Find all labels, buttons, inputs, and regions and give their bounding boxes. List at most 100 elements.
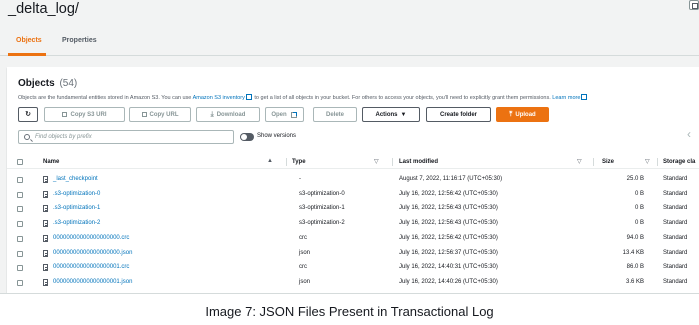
object-size: 13.4 KB [622, 249, 644, 256]
table-row[interactable]: 00000000000000000001.crc crc July 16, 2022… [7, 261, 699, 276]
table-row[interactable]: 00000000000000000001.json json July 16, 20… [7, 276, 699, 291]
row-checkbox[interactable] [17, 206, 23, 213]
copy-icon [141, 112, 147, 117]
tab-bar: Objects Properties [0, 28, 699, 56]
row-checkbox[interactable] [17, 221, 23, 228]
object-storage-class: Standard [663, 205, 688, 212]
column-storage-class[interactable]: Storage cla [663, 159, 695, 165]
object-name-link[interactable]: .s3-optimization-1 [53, 205, 100, 211]
object-size: 94.0 B [626, 234, 644, 241]
objects-panel: Objects (54) Objects are the fundamental… [7, 67, 699, 293]
table-row[interactable]: .s3-optimization-1 s3-optimization-1 July … [7, 202, 699, 217]
column-separator [657, 158, 658, 166]
object-size: 86.0 B [626, 264, 644, 271]
column-separator [392, 158, 393, 166]
copy-url-label: Copy URL [149, 111, 179, 118]
object-storage-class: Standard [663, 176, 688, 182]
copy-url-button[interactable]: Copy URL [129, 107, 191, 122]
row-checkbox[interactable] [17, 191, 23, 198]
delete-button[interactable]: Delete [313, 107, 357, 122]
row-checkbox[interactable] [17, 265, 23, 272]
external-link-icon [581, 94, 588, 100]
description-text-2: to get a list of all objects in your buc… [252, 95, 553, 101]
sort-icon[interactable]: ▽ [577, 158, 582, 165]
object-last-modified: July 16, 2022, 14:40:26 (UTC+05:30) [399, 278, 498, 285]
object-name-link[interactable]: _last_checkpoint [53, 176, 98, 182]
object-last-modified: July 16, 2022, 12:56:43 (UTC+05:30) [399, 205, 498, 212]
file-icon [43, 220, 48, 228]
object-type: crc [299, 234, 307, 241]
column-separator [593, 158, 594, 166]
upload-button[interactable]: ⤒ Upload [496, 107, 549, 122]
object-name-link[interactable]: .s3-optimization-0 [53, 191, 100, 197]
object-name-link[interactable]: 00000000000000000001.json [53, 279, 132, 285]
row-checkbox[interactable] [17, 177, 23, 183]
external-link-icon [245, 94, 252, 100]
object-type: json [299, 278, 311, 285]
table-row[interactable]: .s3-optimization-2 s3-optimization-2 July … [7, 217, 699, 232]
open-button[interactable]: Open [265, 107, 304, 122]
learn-more-link[interactable]: Learn more [552, 95, 580, 101]
column-separator [286, 158, 287, 166]
active-tab-indicator [8, 53, 46, 56]
object-count: (54) [59, 78, 78, 89]
file-icon [43, 205, 48, 213]
select-all-checkbox[interactable] [17, 159, 23, 165]
tab-properties[interactable]: Properties [62, 37, 97, 44]
object-name-link[interactable]: .s3-optimization-2 [53, 220, 100, 226]
chevron-left-icon[interactable]: ‹ [687, 127, 691, 141]
table-row[interactable]: .s3-optimization-0 s3-optimization-0 July … [7, 188, 699, 203]
row-checkbox[interactable] [17, 250, 23, 257]
column-size[interactable]: Size [602, 159, 614, 165]
table-row[interactable]: 00000000000000000000.json json July 16, 20… [7, 247, 699, 262]
file-icon [43, 264, 48, 272]
download-label: Download [216, 111, 246, 118]
column-type[interactable]: Type [292, 159, 306, 165]
object-size: 3.6 KB [625, 278, 644, 285]
search-icon [24, 134, 30, 140]
object-storage-class: Standard [663, 278, 688, 285]
row-checkbox[interactable] [17, 235, 23, 242]
row-checkbox[interactable] [17, 279, 23, 286]
s3-console-screenshot: _delta_log/ Objects Properties Objects (… [0, 0, 699, 294]
search-input[interactable]: Find objects by prefix [18, 130, 234, 144]
download-button[interactable]: ⤓ Download [196, 107, 260, 122]
create-folder-button[interactable]: Create folder [426, 107, 491, 122]
object-type: s3-optimization-2 [299, 220, 345, 227]
sort-icon[interactable]: ▽ [645, 158, 650, 165]
panel-title: Objects (54) [18, 78, 77, 89]
show-versions-toggle[interactable] [240, 133, 254, 141]
sort-ascending-icon[interactable]: ▲ [267, 158, 273, 164]
path-bar: _delta_log/ [0, 0, 699, 21]
table-row[interactable]: _last_checkpoint - August 7, 2022, 11:16:1… [7, 173, 699, 188]
search-placeholder: Find objects by prefix [35, 134, 92, 140]
object-last-modified: July 16, 2022, 12:56:43 (UTC+05:30) [399, 220, 498, 227]
column-name[interactable]: Name [43, 159, 59, 165]
object-last-modified: July 16, 2022, 12:56:42 (UTC+05:30) [399, 190, 498, 197]
refresh-button[interactable]: ↻ [18, 107, 38, 122]
object-storage-class: Standard [663, 190, 688, 197]
actions-dropdown[interactable]: Actions ▼ [362, 107, 420, 122]
page-title: _delta_log/ [8, 1, 79, 17]
inventory-link[interactable]: Amazon S3 inventory [193, 95, 245, 101]
object-storage-class: Standard [663, 264, 688, 271]
column-last-modified[interactable]: Last modified [399, 159, 438, 165]
object-name-link[interactable]: 00000000000000000001.crc [53, 264, 129, 270]
tab-objects[interactable]: Objects [16, 37, 42, 44]
object-last-modified: August 7, 2022, 11:16:17 (UTC+05:30) [399, 176, 503, 182]
file-icon [43, 249, 48, 257]
caret-down-icon: ▼ [400, 111, 407, 118]
table-row[interactable]: 00000000000000000000.crc crc July 16, 2022… [7, 232, 699, 247]
copy-icon[interactable] [689, 0, 699, 10]
object-size: 0 B [634, 205, 644, 212]
object-name-link[interactable]: 00000000000000000000.crc [53, 235, 129, 241]
file-icon [43, 234, 48, 242]
copy-s3-uri-button[interactable]: Copy S3 URI [44, 107, 125, 122]
object-last-modified: July 16, 2022, 14:40:31 (UTC+05:30) [399, 264, 498, 271]
sort-icon[interactable]: ▽ [374, 158, 379, 165]
copy-icon [62, 112, 68, 117]
actions-label: Actions [375, 111, 398, 118]
panel-title-text: Objects [18, 78, 55, 89]
upload-label: Upload [515, 111, 536, 118]
object-name-link[interactable]: 00000000000000000000.json [53, 250, 132, 256]
